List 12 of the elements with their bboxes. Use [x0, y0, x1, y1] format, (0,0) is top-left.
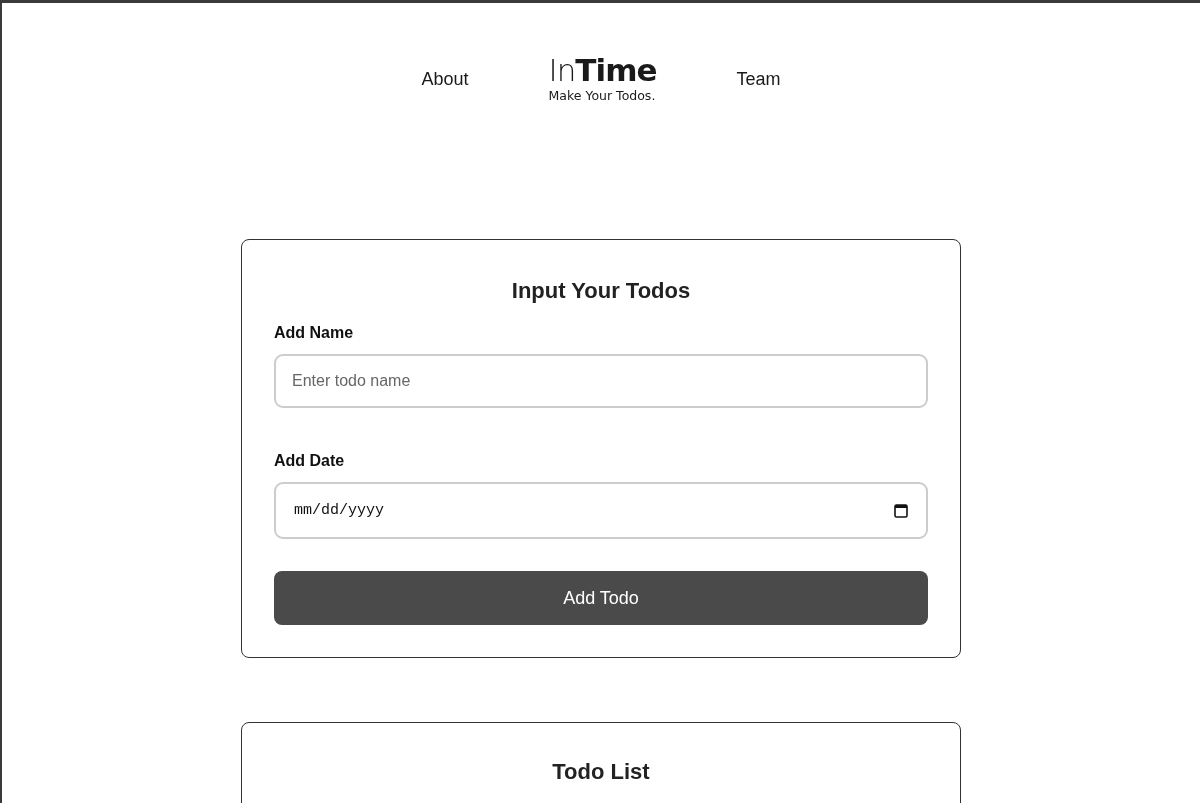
field-label: Add Date — [274, 452, 345, 470]
add-todo-button[interactable]: Add Todo — [274, 571, 928, 625]
card-title: Input Your Todos — [511, 278, 691, 304]
date-field[interactable]: mm/dd/yyyy — [274, 482, 928, 539]
nav-link[interactable]: Team — [736, 68, 781, 90]
card-title: Todo List — [552, 759, 650, 785]
field-label: Add Name — [274, 324, 354, 342]
input-field[interactable]: Enter todo name — [274, 354, 928, 408]
nav-link[interactable]: About — [421, 68, 469, 90]
calendar-icon[interactable] — [894, 503, 908, 518]
logo-tagline: Make Your Todos. — [548, 88, 656, 103]
logo-title: InTime — [548, 55, 657, 86]
